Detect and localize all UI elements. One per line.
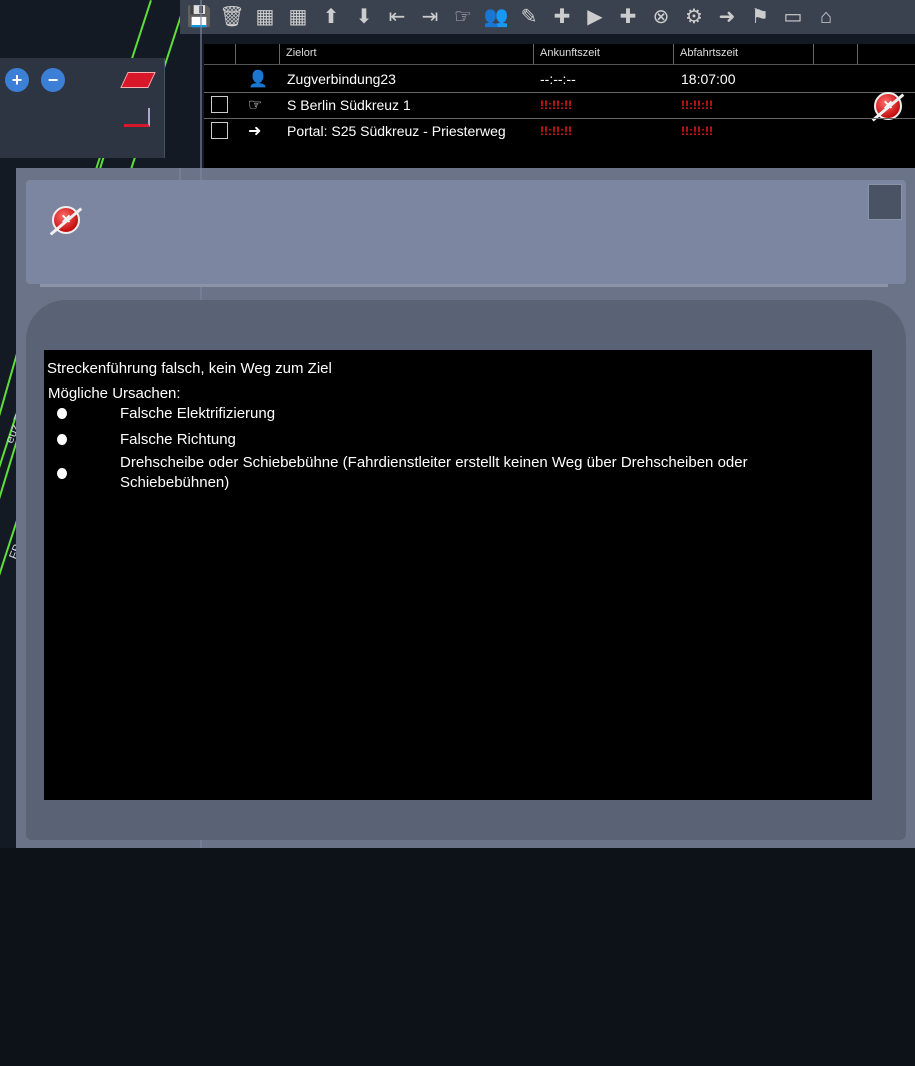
bullet-icon (57, 434, 67, 445)
cause-item: Falsche Elektrifizierung (120, 405, 276, 422)
eraser-icon[interactable] (120, 72, 156, 88)
add-waypoint-icon[interactable]: ▶ (580, 2, 610, 32)
draw-track-icon[interactable] (124, 108, 150, 127)
header-icon-col (236, 44, 280, 64)
header-extra-col (858, 44, 915, 64)
zoom-panel: + − (0, 58, 165, 158)
trash-icon[interactable]: 🗑 (217, 2, 247, 32)
row-destination: Portal: S25 Südkreuz - Priesterweg (287, 123, 506, 139)
pointer-hand-icon[interactable]: ☞ (448, 2, 478, 32)
row-destination: S Berlin Südkreuz 1 (287, 97, 411, 113)
table-row[interactable]: ☞ S Berlin Südkreuz 1!!:!!:!!!!:!!:!! × (204, 92, 915, 120)
cause-item: Drehscheibe oder Schiebebühne (Fahrdiens… (120, 454, 748, 491)
error-title: Streckenführung falsch, kein Weg zum Zie… (47, 360, 332, 377)
flag-icon[interactable]: ⚑ (745, 2, 775, 32)
portal-icon: ➜ (248, 123, 262, 140)
row-departure: !!:!!:!! (681, 124, 713, 138)
window-control-button[interactable] (868, 184, 902, 220)
causes-heading: Mögliche Ursachen: (48, 385, 181, 402)
row-checkbox[interactable] (211, 122, 228, 139)
schedule-table: Zielort Ankunftszeit Abfahrtszeit 👤 Zugve… (204, 44, 915, 169)
header-destination[interactable]: Zielort (280, 44, 534, 64)
dialog-header (26, 180, 906, 284)
zoom-in-icon[interactable]: + (5, 68, 29, 92)
portal-icon[interactable]: ➜ (712, 2, 742, 32)
header-departure[interactable]: Abfahrtszeit (674, 44, 814, 64)
table-row[interactable]: 👤 Zugverbindung23 --:--:-- 18:07:00 (204, 66, 915, 92)
crossing-icon[interactable]: ✚ (547, 2, 577, 32)
save-icon[interactable]: 💾 (184, 2, 214, 32)
move-up-icon[interactable]: ⬆ (316, 2, 346, 32)
row-checkbox[interactable] (211, 96, 228, 113)
zoom-out-icon[interactable]: − (41, 68, 65, 92)
conductor-icon[interactable]: 👥 (481, 2, 511, 32)
row-arrival: !!:!!:!! (540, 124, 572, 138)
pointer-hand-icon: ☞ (248, 97, 263, 114)
settings-icon[interactable]: ⚙ (679, 2, 709, 32)
main-toolbar: 💾 🗑 ▦ ▦ ⬆ ⬇ ⇤ ⇥ ☞ 👥 ✎ ✚ ▶ ✚ ⊗ ⚙ ➜ ⚑ ▭ ⌂ (180, 0, 915, 34)
row-arrival: --:--:-- (540, 71, 576, 87)
edit-schedule-icon[interactable]: ✎ (514, 2, 544, 32)
header-checkbox-col (204, 44, 236, 64)
error-message-panel: Streckenführung falsch, kein Weg zum Zie… (44, 350, 872, 800)
dialog-separator (40, 284, 888, 287)
move-down-icon[interactable]: ⬇ (349, 2, 379, 32)
conductor-icon: 👤 (248, 71, 268, 88)
grid-icon[interactable]: ▦ (250, 2, 280, 32)
insert-after-icon[interactable]: ⇥ (415, 2, 445, 32)
remove-route-icon[interactable]: × (874, 92, 902, 120)
schedule-header: Zielort Ankunftszeit Abfahrtszeit (204, 44, 915, 65)
cause-item: Falsche Richtung (120, 431, 236, 448)
bullet-icon (57, 468, 67, 479)
station-icon[interactable]: ⌂ (811, 2, 841, 32)
remove-route-icon[interactable]: ⊗ (646, 2, 676, 32)
insert-before-icon[interactable]: ⇤ (382, 2, 412, 32)
add-green-icon[interactable]: ✚ (613, 2, 643, 32)
green-grid-icon[interactable]: ▦ (283, 2, 313, 32)
header-arrival[interactable]: Ankunftszeit (534, 44, 674, 64)
table-row[interactable]: ➜ Portal: S25 Südkreuz - Priesterweg!!:!!… (204, 118, 915, 144)
header-extra-col (814, 44, 858, 64)
keyboard-icon[interactable]: ▭ (778, 2, 808, 32)
row-departure: !!:!!:!! (681, 98, 713, 112)
row-departure: 18:07:00 (681, 71, 736, 87)
row-destination: Zugverbindung23 (287, 71, 396, 87)
bullet-icon (57, 408, 67, 419)
error-icon: × (52, 206, 80, 234)
row-arrival: !!:!!:!! (540, 98, 572, 112)
